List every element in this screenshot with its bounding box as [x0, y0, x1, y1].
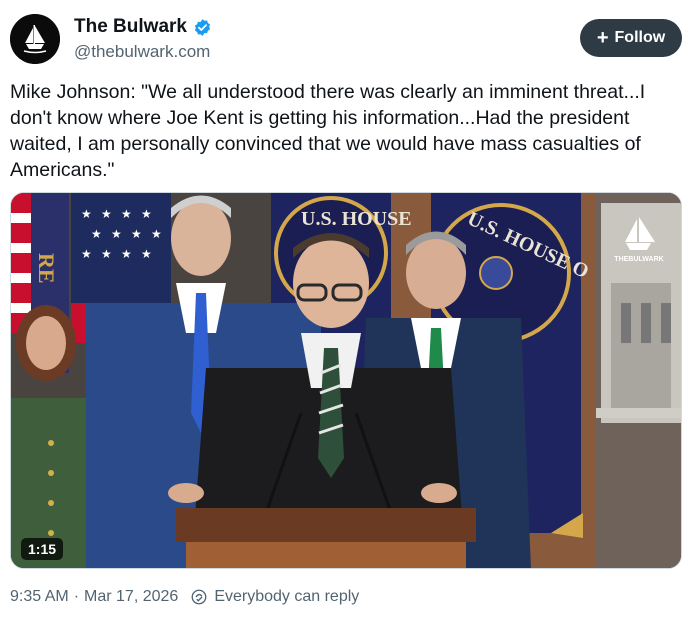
video-duration: 1:15 — [21, 538, 64, 560]
follow-button[interactable]: + Follow — [580, 19, 682, 57]
account-handle[interactable]: @thebulwark.com — [74, 42, 210, 62]
account-name-row: The Bulwark — [74, 16, 212, 38]
tweet-date[interactable]: Mar 17, 2026 — [84, 588, 178, 606]
bulwark-ship-logo-icon — [10, 14, 60, 64]
verified-badge-icon — [194, 18, 211, 36]
svg-text:★: ★ — [121, 207, 132, 221]
plus-icon: + — [596, 27, 609, 49]
reply-settings-icon — [191, 589, 207, 605]
account-name[interactable]: The Bulwark — [74, 16, 187, 38]
reply-setting-label: Everybody can reply — [214, 588, 360, 605]
svg-text:★: ★ — [141, 207, 152, 221]
svg-text:★: ★ — [141, 247, 152, 261]
svg-text:★: ★ — [151, 227, 162, 241]
svg-text:★: ★ — [101, 207, 112, 221]
svg-text:★: ★ — [101, 247, 112, 261]
video-thumbnail: THEBULWARK ★ ★ ★ ★ ★ ★ ★ ★ ★ ★ ★ ★ RE U.S. HOUSE … — [11, 193, 681, 568]
follow-button-label: Follow — [614, 29, 666, 46]
svg-text:★: ★ — [131, 227, 142, 241]
svg-text:★: ★ — [91, 227, 102, 241]
tweet-header: The Bulwark @thebulwark.com + Follow — [10, 14, 682, 66]
tweet-footer: 9:35 AM · Mar 17, 2026 Everybody can rep… — [10, 588, 359, 606]
svg-text:★: ★ — [121, 247, 132, 261]
flag-text-center: U.S. HOUSE — [301, 208, 412, 230]
video-watermark-text: THEBULWARK — [614, 256, 663, 263]
svg-text:★: ★ — [111, 227, 122, 241]
video-player[interactable]: THEBULWARK ★ ★ ★ ★ ★ ★ ★ ★ ★ ★ ★ ★ RE U.S. HOUSE … — [10, 192, 682, 569]
tweet-time[interactable]: 9:35 AM — [10, 588, 69, 606]
time-date-separator: · — [73, 588, 80, 605]
svg-text:RE: RE — [34, 253, 59, 284]
svg-text:★: ★ — [81, 247, 92, 261]
account-avatar[interactable] — [10, 14, 60, 64]
svg-text:★: ★ — [81, 207, 92, 221]
tweet-text: Mike Johnson: "We all understood there w… — [10, 81, 646, 181]
